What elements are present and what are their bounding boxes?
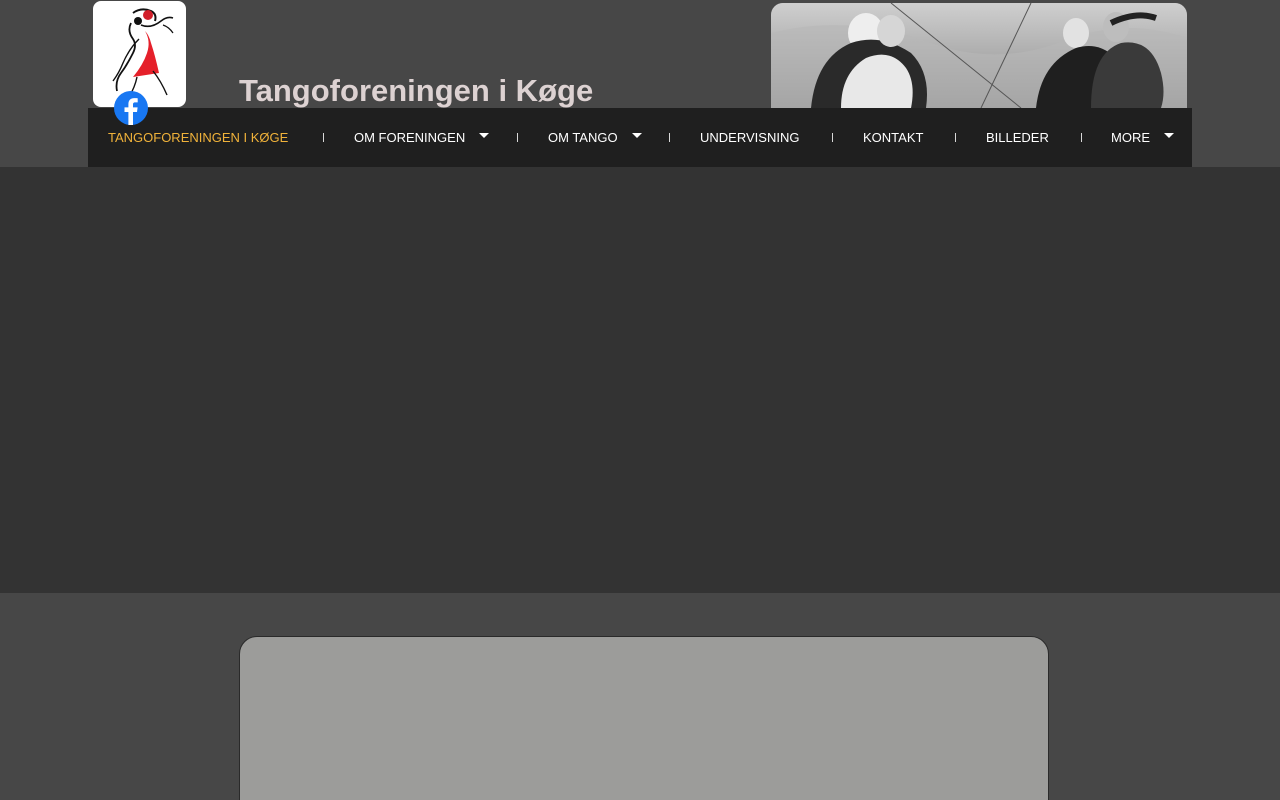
site-title: Tangoforeningen i Køge	[239, 73, 594, 108]
nav-separator	[517, 133, 518, 142]
nav-item-label: UNDERVISNING	[700, 130, 800, 145]
nav-separator	[832, 133, 833, 142]
nav-item-label: BILLEDER	[986, 130, 1049, 145]
nav-item-label: MORE	[1111, 130, 1150, 145]
caret-down-icon	[1164, 133, 1174, 138]
caret-down-icon	[631, 133, 642, 138]
nav-item-om-tango[interactable]: OM TANGO	[548, 108, 642, 167]
nav-item-label: TANGOFORENINGEN I KØGE	[108, 130, 289, 145]
caret-down-icon	[479, 133, 490, 138]
nav-item-more[interactable]: MORE	[1111, 108, 1174, 167]
dancing-couples-photo-icon	[771, 3, 1187, 108]
nav-item-label: OM FORENINGEN	[354, 130, 466, 145]
nav-separator	[669, 133, 670, 142]
nav-item-label: OM TANGO	[548, 130, 618, 145]
nav-separator	[955, 133, 956, 142]
nav-separator	[1081, 133, 1082, 142]
banner-photo	[771, 3, 1187, 108]
main-nav: TANGOFORENINGEN I KØGE OM FORENINGEN OM …	[88, 108, 1192, 167]
nav-item-kontakt[interactable]: KONTAKT	[863, 108, 923, 167]
nav-item-label: KONTAKT	[863, 130, 924, 145]
nav-separator	[323, 133, 324, 142]
hero-area	[0, 167, 1280, 593]
nav-item-billeder[interactable]: BILLEDER	[986, 108, 1049, 167]
content-panel	[239, 636, 1049, 800]
facebook-icon[interactable]	[114, 91, 148, 125]
nav-item-undervisning[interactable]: UNDERVISNING	[700, 108, 799, 167]
nav-item-om-foreningen[interactable]: OM FORENINGEN	[354, 108, 490, 167]
